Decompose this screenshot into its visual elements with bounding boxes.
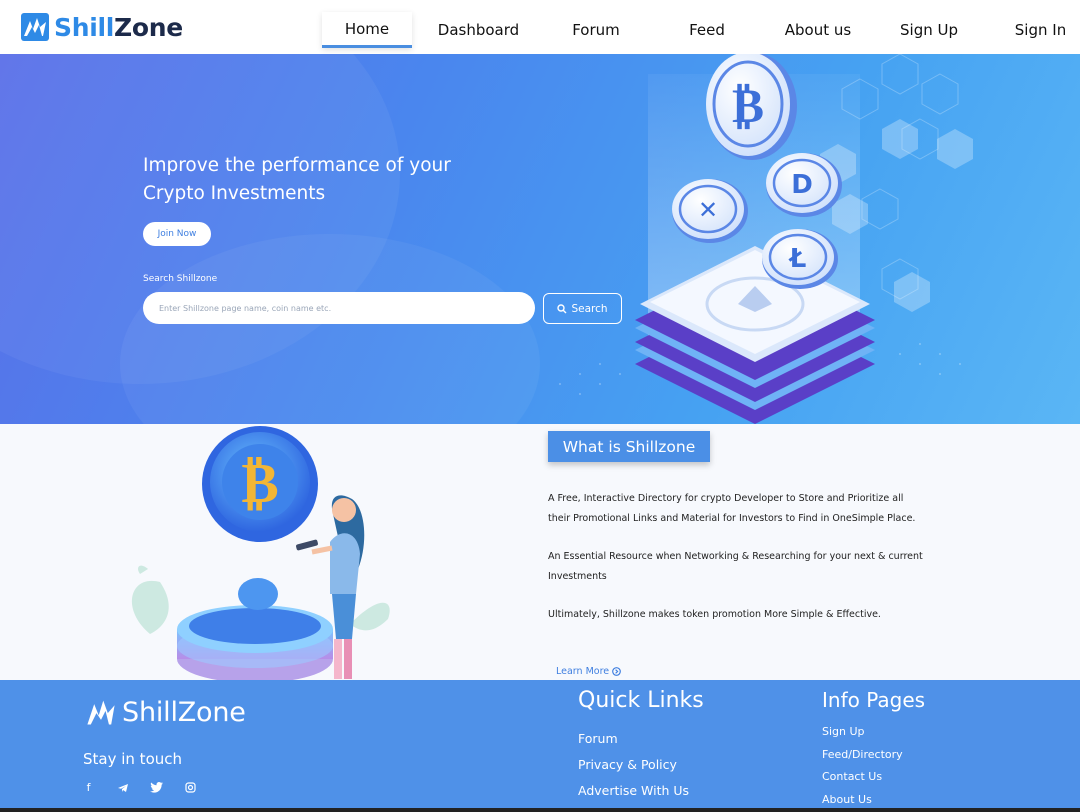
- quick-links-title: Quick Links: [578, 688, 704, 713]
- header: ShillZone Home Dashboard Forum Feed Abou…: [0, 0, 1080, 54]
- logo[interactable]: ShillZone: [20, 12, 183, 42]
- about-paragraph-1: A Free, Interactive Directory for crypto…: [548, 493, 916, 524]
- footer-logo-text: ShillZone: [122, 696, 246, 728]
- hero-headline-line2: Crypto Investments: [143, 183, 326, 204]
- search-button[interactable]: Search: [543, 293, 622, 324]
- about-paragraph-2: An Essential Resource when Networking & …: [548, 551, 923, 582]
- search-button-label: Search: [571, 302, 608, 315]
- search-input[interactable]: Enter Shillzone page name, coin name etc…: [143, 292, 535, 324]
- nav-about-us[interactable]: About us: [767, 12, 869, 48]
- quick-link-forum[interactable]: Forum: [578, 726, 689, 752]
- bitcoin-disc: ₿: [202, 426, 318, 542]
- facebook-icon[interactable]: f: [81, 780, 96, 795]
- hero-headline: Improve the performance of your Crypto I…: [143, 152, 483, 208]
- social-links: f: [81, 780, 198, 795]
- about-paragraph-3: Ultimately, Shillzone makes token promot…: [548, 609, 881, 620]
- twitter-icon[interactable]: [149, 780, 164, 795]
- nav-forum[interactable]: Forum: [545, 12, 647, 48]
- search-icon: [557, 303, 567, 313]
- svg-text:₿: ₿: [241, 451, 278, 516]
- info-link-sign-up[interactable]: Sign Up: [822, 721, 903, 744]
- svg-text:₿: ₿: [732, 78, 764, 134]
- svg-text:✕: ✕: [698, 196, 718, 224]
- coin-stack: [177, 578, 333, 680]
- quick-links-list: Forum Privacy & Policy Advertise With Us: [578, 726, 689, 804]
- telegram-icon[interactable]: [115, 780, 130, 795]
- learn-more-link[interactable]: Learn More: [556, 666, 621, 677]
- hero-banner: ₿ ✕ D Ł Improve the performance of your …: [0, 54, 1080, 424]
- footer-logo[interactable]: ShillZone: [84, 695, 246, 729]
- nav-sign-in[interactable]: Sign In: [989, 12, 1080, 48]
- search-label: Search Shillzone: [143, 274, 218, 284]
- quick-link-advertise[interactable]: Advertise With Us: [578, 778, 689, 804]
- what-is-badge: What is Shillzone: [548, 431, 710, 462]
- logo-text-part1: Shill: [54, 12, 115, 42]
- litecoin-coin: Ł: [762, 229, 838, 289]
- footer: ShillZone Stay in touch f Quick Links Fo…: [0, 680, 1080, 812]
- info-link-feed-directory[interactable]: Feed/Directory: [822, 744, 903, 767]
- info-pages-title: Info Pages: [822, 688, 926, 712]
- instagram-icon[interactable]: [183, 780, 198, 795]
- nav-sign-up[interactable]: Sign Up: [869, 12, 989, 48]
- info-link-contact-us[interactable]: Contact Us: [822, 766, 903, 789]
- bottom-edge: [0, 808, 1080, 812]
- svg-text:D: D: [791, 170, 813, 200]
- footer-logo-mark-icon: [87, 700, 115, 725]
- quick-link-privacy-policy[interactable]: Privacy & Policy: [578, 752, 689, 778]
- stay-in-touch: Stay in touch: [83, 750, 183, 768]
- main-nav: Home Dashboard Forum Feed About us Sign …: [322, 12, 1080, 48]
- page: ShillZone Home Dashboard Forum Feed Abou…: [0, 0, 1080, 812]
- logo-text: ShillZone: [54, 13, 183, 42]
- nav-home[interactable]: Home: [322, 12, 412, 48]
- nav-dashboard[interactable]: Dashboard: [412, 12, 545, 48]
- arrow-circle-icon: [612, 667, 621, 676]
- investor-illustration: ₿: [131, 426, 390, 680]
- info-pages-list: Sign Up Feed/Directory Contact Us About …: [822, 721, 903, 811]
- logo-text-part2: Zone: [114, 12, 183, 42]
- svg-text:Ł: Ł: [788, 244, 807, 274]
- ripple-coin: ✕: [672, 179, 748, 243]
- dash-coin: D: [766, 153, 842, 217]
- about-section: ₿ What is Shillzone A Free, Interactive …: [0, 424, 1080, 680]
- nav-feed[interactable]: Feed: [647, 12, 767, 48]
- learn-more-label: Learn More: [556, 666, 610, 677]
- about-description: A Free, Interactive Directory for crypto…: [548, 489, 928, 644]
- logo-mark-icon: [21, 13, 49, 41]
- join-now-button[interactable]: Join Now: [143, 222, 211, 246]
- hero-headline-line1: Improve the performance of your: [143, 155, 451, 176]
